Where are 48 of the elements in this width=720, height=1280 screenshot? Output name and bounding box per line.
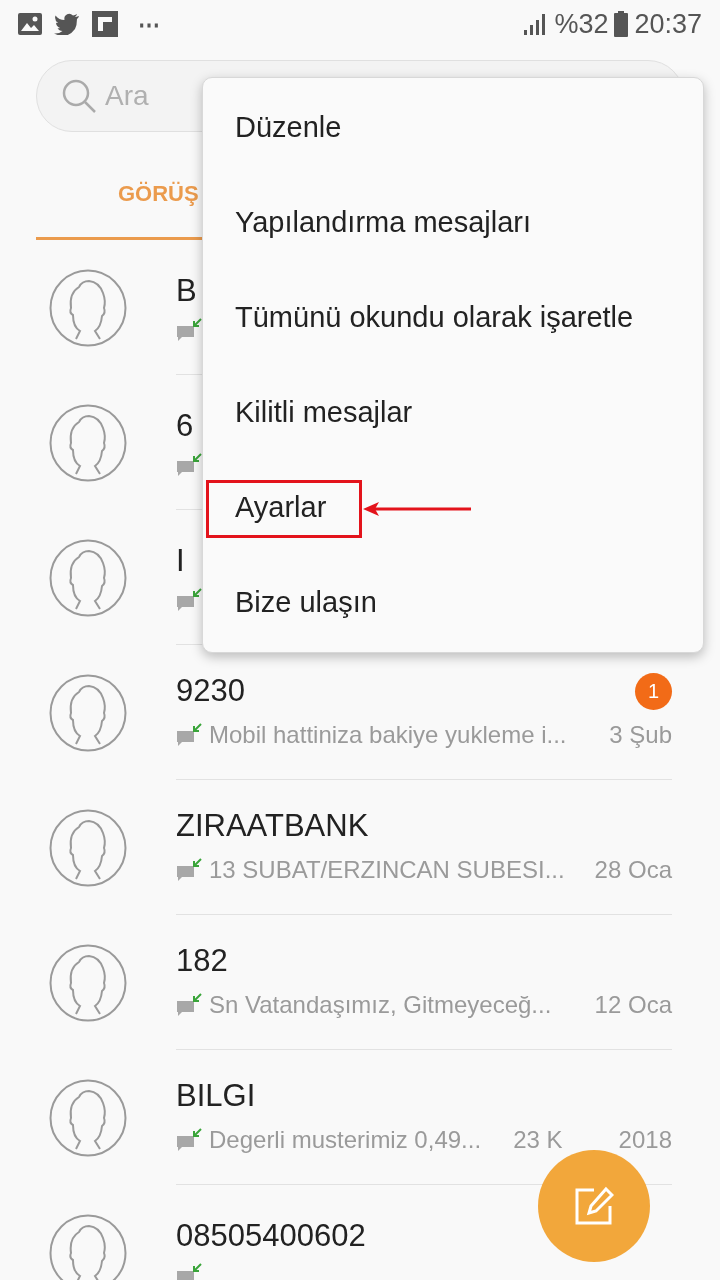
clock: 20:37 xyxy=(634,7,702,41)
more-notifications: ⋯ xyxy=(138,10,160,39)
unread-count: 1 xyxy=(635,672,672,710)
received-message-icon xyxy=(176,452,204,478)
received-message-icon xyxy=(176,857,204,883)
contact-name: ZIRAATBANK xyxy=(176,807,369,845)
menu-item[interactable]: Tümünü okundu olarak işaretle xyxy=(203,270,703,365)
conversation-row[interactable]: ZIRAATBANK 13 SUBAT/ERZINCAN SUBESI... 28 Oca xyxy=(0,780,720,915)
contact-name: 9230 xyxy=(176,672,245,710)
search-icon xyxy=(61,78,97,114)
message-preview: Sn Vatandaşımız, Gitmeyeceğ... xyxy=(209,990,553,1020)
picture-icon xyxy=(18,13,42,35)
avatar-icon xyxy=(49,538,127,617)
avatar-icon xyxy=(49,268,127,347)
menu-item[interactable]: Ayarlar xyxy=(203,460,703,555)
avatar-icon xyxy=(49,1078,127,1157)
message-date: 28 Oca xyxy=(594,855,672,885)
message-preview: Mobil hattiniza bakiye yukleme i... xyxy=(209,720,568,750)
bird-icon xyxy=(54,13,80,35)
message-date: 23 K xyxy=(513,1125,563,1155)
message-preview: Degerli musterimiz 0,49... xyxy=(209,1125,483,1155)
battery-icon xyxy=(614,11,629,37)
battery-percent: %32 xyxy=(554,7,609,41)
contact-name: 182 xyxy=(176,942,228,980)
edit-icon xyxy=(574,1186,614,1226)
contact-name: B xyxy=(176,272,197,310)
menu-item[interactable]: Bize ulaşın xyxy=(203,555,703,650)
avatar-icon xyxy=(49,808,127,887)
message-date: 12 Oca xyxy=(594,990,672,1020)
contact-name: 08505400602 xyxy=(176,1217,366,1255)
contact-name: I xyxy=(176,542,185,580)
received-message-icon xyxy=(176,587,204,613)
message-year: 2018 xyxy=(618,1125,672,1155)
message-date: 3 Şub xyxy=(609,720,672,750)
received-message-icon xyxy=(176,317,204,343)
conversation-row[interactable]: 182 Sn Vatandaşımız, Gitmeyeceğ... 12 Oca xyxy=(0,915,720,1050)
contact-name: BILGI xyxy=(176,1077,256,1115)
avatar-icon xyxy=(49,943,127,1022)
flag-square-icon xyxy=(92,11,118,37)
message-preview: 13 SUBAT/ERZINCAN SUBESI... xyxy=(209,855,566,885)
received-message-icon xyxy=(176,992,204,1018)
avatar-icon xyxy=(49,673,127,752)
avatar-icon xyxy=(49,403,127,482)
received-message-icon xyxy=(176,722,204,748)
received-message-icon xyxy=(176,1127,204,1153)
avatar-icon xyxy=(49,1213,127,1280)
contact-name: 6 xyxy=(176,407,194,445)
menu-item[interactable]: Kilitli mesajlar xyxy=(203,365,703,460)
